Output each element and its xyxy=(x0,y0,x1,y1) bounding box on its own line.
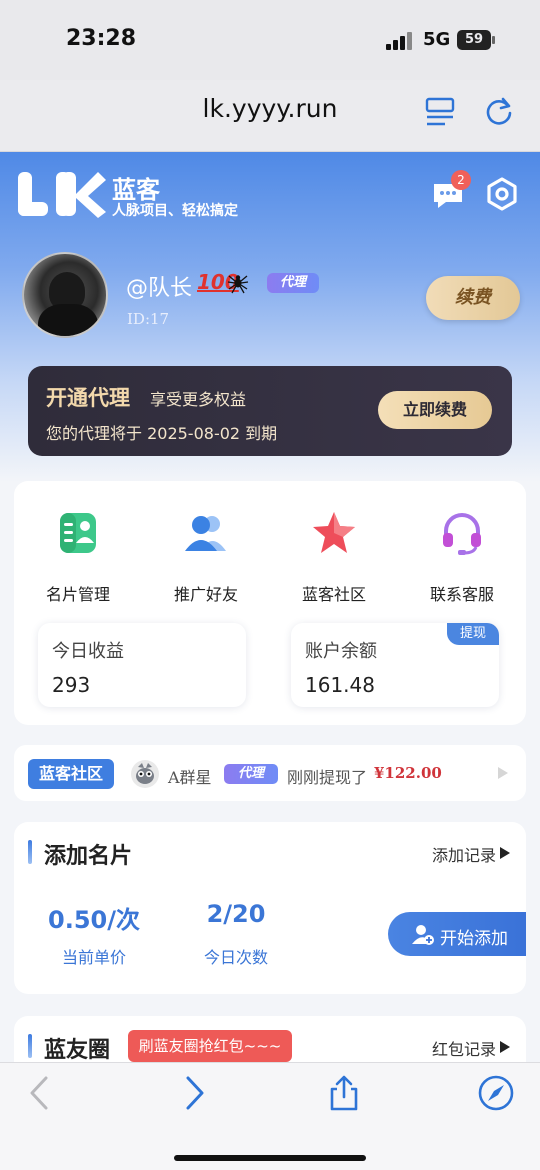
vip-title: 开通代理 xyxy=(46,386,130,410)
headset-icon xyxy=(443,513,481,555)
compass-icon[interactable] xyxy=(478,1075,514,1111)
menu-label: 联系客服 xyxy=(429,585,494,604)
add-card-section: 添加名片 添加记录 0.50/次 当前单价 2/20 今日次数 开始添加 xyxy=(14,822,526,994)
ticker-username: A群星 xyxy=(168,768,212,787)
ticker-tag: 蓝客社区 xyxy=(28,759,114,789)
ticker-amount: ¥122.00 xyxy=(374,764,442,782)
menu-item-card-manage[interactable]: 名片管理 xyxy=(28,509,128,604)
url-text[interactable]: lk.yyyy.run xyxy=(0,94,540,123)
vip-expire-text: 您的代理将于 2025-08-02 到期 xyxy=(46,424,278,443)
ticker-text: 刚刚提现了 xyxy=(287,768,368,787)
today-income-card[interactable]: 今日收益 293 xyxy=(38,623,246,707)
withdraw-button[interactable]: 提现 xyxy=(447,623,499,645)
count-value: 2/20 xyxy=(206,900,266,928)
reload-icon[interactable] xyxy=(482,94,516,128)
withdraw-ticker[interactable]: 蓝客社区 A群星 代理 刚刚提现了 ¥122.00 xyxy=(14,745,526,801)
today-income-label: 今日收益 xyxy=(52,641,124,662)
menu-item-customer-service[interactable]: 联系客服 xyxy=(412,509,512,604)
lk-logo xyxy=(18,172,106,218)
ticker-role-badge: 代理 xyxy=(224,764,278,784)
balance-value: 161.48 xyxy=(305,673,375,697)
role-badge: 代理 xyxy=(267,273,319,293)
menu-label: 推广好友 xyxy=(173,585,238,604)
today-income-value: 293 xyxy=(52,673,91,697)
menu-label: 名片管理 xyxy=(45,585,110,604)
browser-toolbar xyxy=(0,1062,540,1170)
username: @队长 xyxy=(126,276,193,301)
ticker-avatar xyxy=(131,760,159,788)
balance-label: 账户余额 xyxy=(305,641,377,662)
user-id: ID:17 xyxy=(127,310,170,328)
status-time: 23:28 xyxy=(66,26,137,51)
menu-label: 蓝客社区 xyxy=(301,585,366,604)
price-value: 0.50/次 xyxy=(48,906,140,934)
menu-item-community[interactable]: 蓝客社区 xyxy=(284,509,384,604)
renew-now-button[interactable]: 立即续费 xyxy=(378,391,492,429)
section-title: 添加名片 xyxy=(44,844,133,869)
vip-subtitle: 享受更多权益 xyxy=(150,390,247,409)
address-bar: lk.yyyy.run xyxy=(0,80,540,152)
card-manage-icon xyxy=(60,513,96,553)
arrow-right-icon xyxy=(500,1041,510,1053)
status-bar: 23:28 5G 59 xyxy=(0,0,540,80)
share-icon[interactable] xyxy=(326,1075,362,1111)
signal-icon xyxy=(386,32,414,50)
section-accent-bar xyxy=(28,840,32,864)
red-packet-record-link[interactable]: 红包记录 xyxy=(432,1036,496,1060)
spider-icon xyxy=(227,275,249,294)
home-indicator xyxy=(174,1155,366,1161)
arrow-right-icon xyxy=(500,847,510,859)
add-record-link[interactable]: 添加记录 xyxy=(432,842,496,866)
network-label: 5G xyxy=(423,29,451,50)
profile-header: 蓝客 人脉项目、轻松搞定 2 @队长 100 代理 ID:17 续费 开通代理 … xyxy=(0,152,540,482)
back-icon[interactable] xyxy=(22,1075,58,1111)
reader-icon[interactable] xyxy=(423,96,457,130)
start-add-button[interactable]: 开始添加 xyxy=(388,912,526,956)
section-title: 蓝友圈 xyxy=(44,1038,111,1063)
avatar[interactable] xyxy=(22,252,108,338)
balance-card[interactable]: 账户余额 161.48 提现 xyxy=(291,623,499,707)
add-user-icon xyxy=(412,925,434,945)
forward-icon[interactable] xyxy=(176,1075,212,1111)
brand-slogan: 人脉项目、轻松搞定 xyxy=(112,203,238,219)
battery-icon: 59 xyxy=(457,30,495,50)
star-icon xyxy=(313,512,355,553)
message-count-badge: 2 xyxy=(451,170,471,190)
start-add-label: 开始添加 xyxy=(440,929,508,949)
red-packet-tag[interactable]: 刷蓝友圈抢红包~~~ xyxy=(128,1030,292,1062)
friends-icon xyxy=(185,516,226,551)
count-label: 今日次数 xyxy=(203,948,268,967)
vip-card: 开通代理 享受更多权益 您的代理将于 2025-08-02 到期 立即续费 xyxy=(28,366,512,456)
menu-card: 名片管理 推广好友 蓝客社区 联系客服 今日收益 293 账户余额 161.48… xyxy=(14,481,526,725)
play-icon xyxy=(498,767,508,779)
section-accent-bar xyxy=(28,1034,32,1058)
renew-button[interactable]: 续费 xyxy=(426,276,520,320)
settings-icon[interactable] xyxy=(484,176,520,212)
menu-item-invite-friends[interactable]: 推广好友 xyxy=(156,509,256,604)
price-label: 当前单价 xyxy=(61,948,126,967)
